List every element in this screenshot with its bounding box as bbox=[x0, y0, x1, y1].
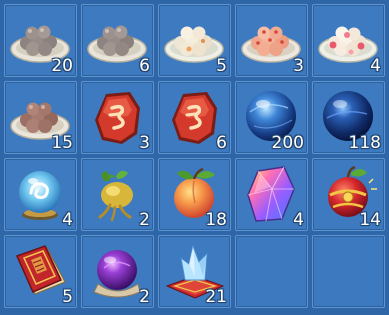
item-count: 21 bbox=[205, 287, 227, 307]
inventory-slot-16[interactable]: 5 bbox=[4, 235, 77, 308]
item-count: 5 bbox=[216, 56, 227, 76]
item-count: 200 bbox=[271, 133, 304, 153]
inventory-slot-1[interactable]: 20 bbox=[4, 4, 77, 77]
inventory-slot-10[interactable]: 118 bbox=[312, 81, 385, 154]
item-count: 3 bbox=[139, 133, 150, 153]
inventory-slot-12[interactable]: 2 bbox=[81, 158, 154, 231]
inventory-slot-20[interactable] bbox=[312, 235, 385, 308]
item-count: 6 bbox=[139, 56, 150, 76]
item-count: 2 bbox=[139, 210, 150, 230]
inventory-slot-2[interactable]: 6 bbox=[81, 4, 154, 77]
inventory-slot-4[interactable]: 3 bbox=[235, 4, 308, 77]
item-count: 3 bbox=[293, 56, 304, 76]
item-count: 5 bbox=[62, 287, 73, 307]
item-count: 118 bbox=[348, 133, 381, 153]
item-count: 4 bbox=[62, 210, 73, 230]
inventory-slot-19[interactable] bbox=[235, 235, 308, 308]
inventory-slot-17[interactable]: 2 bbox=[81, 235, 154, 308]
inventory-slot-13[interactable]: 18 bbox=[158, 158, 231, 231]
item-count: 14 bbox=[359, 210, 381, 230]
item-count: 6 bbox=[216, 133, 227, 153]
inventory-slot-5[interactable]: 4 bbox=[312, 4, 385, 77]
inventory-slot-8[interactable]: 6 bbox=[158, 81, 231, 154]
inventory-slot-15[interactable]: 14 bbox=[312, 158, 385, 231]
inventory-slot-6[interactable]: 15 bbox=[4, 81, 77, 154]
inventory-slot-9[interactable]: 200 bbox=[235, 81, 308, 154]
item-count: 18 bbox=[205, 210, 227, 230]
inventory-slot-14[interactable]: 4 bbox=[235, 158, 308, 231]
inventory-slot-3[interactable]: 5 bbox=[158, 4, 231, 77]
item-count: 20 bbox=[51, 56, 73, 76]
item-count: 4 bbox=[293, 210, 304, 230]
item-count: 2 bbox=[139, 287, 150, 307]
inventory-slot-7[interactable]: 3 bbox=[81, 81, 154, 154]
item-count: 4 bbox=[370, 56, 381, 76]
inventory-slot-11[interactable]: 4 bbox=[4, 158, 77, 231]
inventory-slot-18[interactable]: 21 bbox=[158, 235, 231, 308]
inventory-grid: 20 6 5 3 4 15 3 6 200 118 4 2 18 4 14 5 … bbox=[4, 4, 385, 308]
item-count: 15 bbox=[51, 133, 73, 153]
